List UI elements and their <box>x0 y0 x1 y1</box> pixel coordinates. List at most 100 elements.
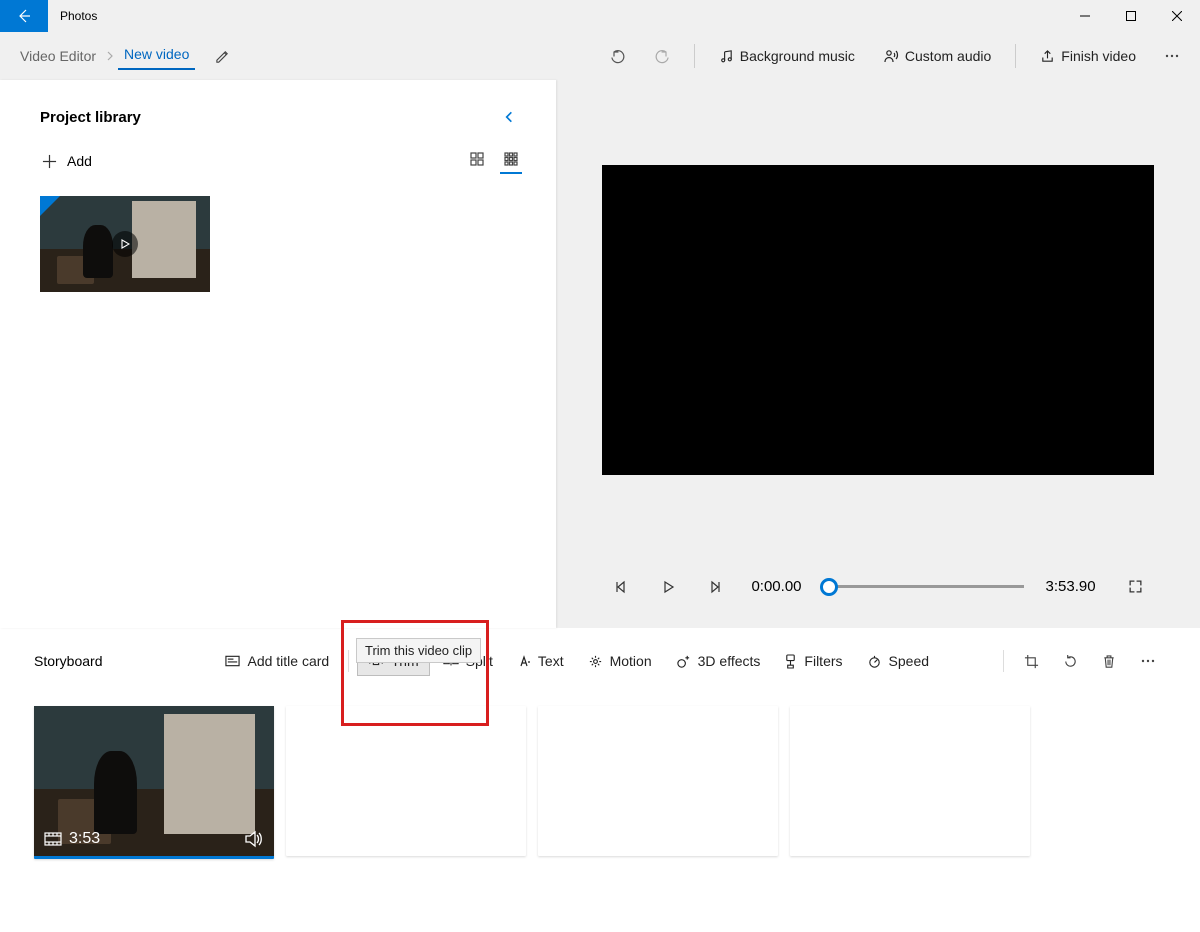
rotate-button[interactable] <box>1053 648 1088 675</box>
finish-video-button[interactable]: Finish video <box>1030 42 1146 70</box>
breadcrumb-current[interactable]: New video <box>118 42 195 70</box>
minimize-button[interactable] <box>1062 0 1108 32</box>
volume-icon <box>244 830 264 848</box>
command-bar: Video Editor New video Background music … <box>0 32 1200 80</box>
finish-video-label: Finish video <box>1061 48 1136 64</box>
next-frame-button[interactable] <box>703 576 729 598</box>
app-title: Photos <box>48 9 97 23</box>
fullscreen-button[interactable] <box>1122 575 1149 598</box>
person-audio-icon <box>883 48 899 64</box>
text-button[interactable]: Text <box>506 646 575 676</box>
view-small-grid-button[interactable] <box>500 148 522 174</box>
trash-icon <box>1102 654 1116 669</box>
filters-icon <box>784 654 797 669</box>
separator <box>348 650 349 672</box>
rotate-icon <box>1063 654 1078 669</box>
more-button[interactable] <box>1154 42 1190 70</box>
rename-button[interactable] <box>207 45 238 68</box>
grid-small-icon <box>504 152 518 166</box>
separator <box>1015 44 1016 68</box>
separator <box>694 44 695 68</box>
ellipsis-icon <box>1140 653 1156 669</box>
storyboard-empty-slot[interactable] <box>286 706 526 856</box>
text-label: Text <box>538 653 564 669</box>
speed-label: Speed <box>889 653 929 669</box>
used-indicator-icon <box>40 196 60 216</box>
add-media-button[interactable]: Add <box>40 149 94 173</box>
storyboard-clips: 3:53 <box>34 706 1166 859</box>
ellipsis-icon <box>1164 48 1180 64</box>
add-title-card-label: Add title card <box>247 653 329 669</box>
delete-button[interactable] <box>1092 648 1126 675</box>
3d-effects-label: 3D effects <box>698 653 761 669</box>
text-icon <box>517 654 531 668</box>
speed-button[interactable]: Speed <box>856 646 940 676</box>
collapse-library-button[interactable] <box>496 106 522 128</box>
add-title-card-button[interactable]: Add title card <box>214 646 340 676</box>
play-button[interactable] <box>655 576 681 598</box>
play-overlay-icon <box>112 231 138 257</box>
fullscreen-icon <box>1128 579 1143 594</box>
trim-tooltip: Trim this video clip <box>356 638 481 663</box>
playback-slider[interactable] <box>824 585 1024 588</box>
project-library-title: Project library <box>40 109 141 126</box>
storyboard-more-button[interactable] <box>1130 647 1166 675</box>
clip-sound-icon[interactable] <box>244 830 264 848</box>
current-time: 0:00.00 <box>751 578 801 595</box>
separator <box>1003 650 1004 672</box>
project-library-panel: Project library Add <box>0 80 556 628</box>
step-forward-icon <box>709 580 723 594</box>
library-media-item[interactable] <box>40 196 210 292</box>
redo-button[interactable] <box>644 42 680 70</box>
view-large-grid-button[interactable] <box>466 148 488 174</box>
minimize-icon <box>1080 11 1090 21</box>
undo-icon <box>610 48 626 64</box>
export-icon <box>1040 49 1055 64</box>
film-icon <box>44 832 62 846</box>
slider-thumb[interactable] <box>820 578 838 596</box>
play-icon <box>661 580 675 594</box>
storyboard-empty-slot[interactable] <box>790 706 1030 856</box>
storyboard-panel: Storyboard Add title card Trim Split Tex… <box>0 628 1200 932</box>
filters-button[interactable]: Filters <box>773 646 853 676</box>
breadcrumb: Video Editor New video <box>10 42 238 70</box>
clip-duration-label: 3:53 <box>69 830 100 848</box>
motion-label: Motion <box>610 653 652 669</box>
close-icon <box>1172 11 1182 21</box>
previous-frame-button[interactable] <box>607 576 633 598</box>
background-music-button[interactable]: Background music <box>709 42 865 70</box>
crop-icon <box>1024 654 1039 669</box>
back-button[interactable] <box>0 0 48 32</box>
motion-icon <box>588 654 603 669</box>
add-label: Add <box>67 153 92 169</box>
motion-button[interactable]: Motion <box>577 646 663 676</box>
total-time: 3:53.90 <box>1046 578 1096 595</box>
maximize-button[interactable] <box>1108 0 1154 32</box>
titlebar: Photos <box>0 0 1200 32</box>
maximize-icon <box>1126 11 1136 21</box>
chevron-right-icon <box>104 50 116 62</box>
clip-duration-badge: 3:53 <box>44 830 100 848</box>
3d-effects-button[interactable]: 3D effects <box>665 646 772 676</box>
undo-button[interactable] <box>600 42 636 70</box>
crop-button[interactable] <box>1014 648 1049 675</box>
filters-label: Filters <box>804 653 842 669</box>
sparkle-icon <box>676 654 691 669</box>
speed-icon <box>867 654 882 669</box>
plus-icon <box>42 154 57 169</box>
storyboard-title: Storyboard <box>34 653 102 669</box>
grid-large-icon <box>470 152 484 166</box>
playback-controls: 0:00.00 3:53.90 <box>556 575 1200 598</box>
redo-icon <box>654 48 670 64</box>
breadcrumb-root[interactable]: Video Editor <box>14 44 102 68</box>
title-card-icon <box>225 654 240 668</box>
arrow-left-icon <box>16 8 32 24</box>
custom-audio-label: Custom audio <box>905 48 991 64</box>
preview-video-frame[interactable] <box>602 165 1154 475</box>
storyboard-empty-slot[interactable] <box>538 706 778 856</box>
chevron-left-icon <box>502 110 516 124</box>
music-note-icon <box>719 49 734 64</box>
custom-audio-button[interactable]: Custom audio <box>873 42 1001 70</box>
close-button[interactable] <box>1154 0 1200 32</box>
storyboard-clip[interactable]: 3:53 <box>34 706 274 859</box>
